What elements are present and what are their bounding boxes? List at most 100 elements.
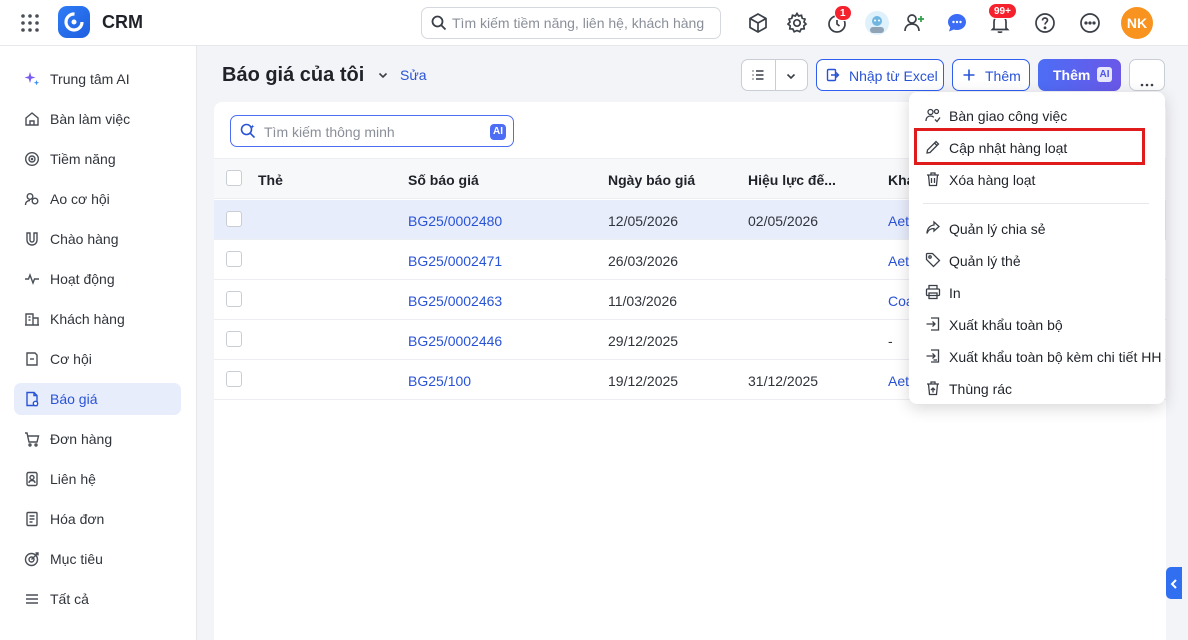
sidebar-item-opportunity-pool[interactable]: Ao cơ hội: [14, 183, 181, 215]
global-search-input[interactable]: [452, 8, 717, 38]
smart-search[interactable]: Tìm kiếm thông minh AI: [230, 115, 514, 147]
help-icon[interactable]: [1033, 11, 1057, 35]
sidebar-item-label: Tiềm năng: [50, 151, 116, 167]
cell-quote-date: 29/12/2025: [608, 333, 679, 349]
top-bar: CRM 1 99+ NK: [0, 0, 1188, 46]
invoice-icon: [24, 511, 40, 527]
sidebar-item-label: Trung tâm AI: [50, 71, 130, 87]
magnet-icon: [24, 231, 40, 247]
sidebar-item-label: Cơ hội: [50, 351, 92, 367]
timer-badge: 1: [834, 5, 852, 21]
search-icon: [431, 15, 447, 34]
cell-quote-number[interactable]: BG25/0002463: [408, 293, 502, 309]
users-icon: [24, 191, 40, 207]
sidebar-item-label: Báo giá: [50, 391, 98, 407]
cell-customer[interactable]: Aet: [888, 213, 909, 229]
cart-icon: [24, 431, 40, 447]
sidebar-item-leads[interactable]: Tiềm năng: [14, 143, 181, 175]
column-header-quote-number[interactable]: Số báo giá: [408, 172, 479, 188]
sidebar-item-invoices[interactable]: Hóa đơn: [14, 503, 181, 535]
row-checkbox[interactable]: [226, 291, 242, 307]
menu-item-manage-tags[interactable]: Quản lý thẻ: [909, 245, 1165, 275]
menu-item-label: Quản lý chia sẻ: [949, 221, 1046, 237]
printer-icon: [925, 284, 941, 300]
export-detail-icon: [925, 348, 941, 364]
cell-quote-number[interactable]: BG25/0002471: [408, 253, 502, 269]
cell-customer[interactable]: Aet: [888, 373, 909, 389]
global-search[interactable]: [421, 7, 721, 39]
row-checkbox[interactable]: [226, 211, 242, 227]
sidebar-item-label: Hoạt động: [50, 271, 115, 287]
more-options-icon[interactable]: [1078, 11, 1102, 35]
sidebar-item-goals[interactable]: Mục tiêu: [14, 543, 181, 575]
sidebar-item-quotes[interactable]: Báo giá: [14, 383, 181, 415]
menu-item-label: In: [949, 285, 961, 301]
column-header-tag[interactable]: Thẻ: [258, 172, 283, 188]
sidebar-item-offers[interactable]: Chào hàng: [14, 223, 181, 255]
sidebar-item-activities[interactable]: Hoạt động: [14, 263, 181, 295]
menu-item-manage-sharing[interactable]: Quản lý chia sẻ: [909, 213, 1165, 243]
sidebar-item-label: Mục tiêu: [50, 551, 103, 567]
add-button[interactable]: Thêm: [952, 59, 1030, 91]
add-button-label: Thêm: [985, 68, 1021, 84]
user-avatar[interactable]: NK: [1121, 7, 1153, 39]
menu-item-export-all-detail[interactable]: Xuất khẩu toàn bộ kèm chi tiết HH: [909, 341, 1165, 371]
crm-logo-icon[interactable]: [58, 6, 90, 38]
sidebar-item-label: Liên hệ: [50, 471, 96, 487]
chevron-left-icon: [1169, 577, 1179, 593]
cell-customer[interactable]: Aet: [888, 253, 909, 269]
ellipsis-icon: [1140, 74, 1154, 90]
smart-search-placeholder: Tìm kiếm thông minh: [264, 124, 395, 140]
menu-item-export-all[interactable]: Xuất khẩu toàn bộ: [909, 309, 1165, 339]
cell-quote-number[interactable]: BG25/100: [408, 373, 471, 389]
sparkle-icon: [24, 71, 40, 87]
ai-badge: AI: [1097, 67, 1112, 82]
menu-item-label: Quản lý thẻ: [949, 253, 1021, 269]
cube-icon[interactable]: [746, 11, 770, 35]
edit-view-link[interactable]: Sửa: [400, 67, 427, 83]
cell-quote-number[interactable]: BG25/0002480: [408, 213, 502, 229]
document-icon: [24, 391, 40, 407]
select-all-checkbox[interactable]: [226, 170, 242, 186]
menu-item-handover[interactable]: Bàn giao công việc: [909, 100, 1165, 130]
row-checkbox[interactable]: [226, 251, 242, 267]
import-excel-button[interactable]: Nhập từ Excel: [816, 59, 944, 91]
plus-icon: [962, 68, 976, 85]
notification-badge: 99+: [988, 3, 1017, 19]
more-actions-button[interactable]: [1129, 59, 1165, 91]
sidebar-item-all[interactable]: Tất cả: [14, 583, 181, 615]
menu-item-recycle-bin[interactable]: Thùng rác: [909, 373, 1165, 403]
sidebar-item-contacts[interactable]: Liên hệ: [14, 463, 181, 495]
column-header-valid-until[interactable]: Hiệu lực đế...: [748, 172, 836, 188]
apps-grid-icon[interactable]: [20, 13, 40, 33]
sidebar-item-workspace[interactable]: Bàn làm việc: [14, 103, 181, 135]
column-header-quote-date[interactable]: Ngày báo giá: [608, 172, 695, 188]
menu-divider: [923, 203, 1149, 204]
sidebar-item-ai-center[interactable]: Trung tâm AI: [14, 63, 181, 95]
import-icon: [826, 68, 840, 85]
sidebar-item-customers[interactable]: Khách hàng: [14, 303, 181, 335]
chevron-down-icon[interactable]: [377, 68, 389, 84]
sidebar-item-label: Tất cả: [50, 591, 89, 607]
row-checkbox[interactable]: [226, 331, 242, 347]
row-checkbox[interactable]: [226, 371, 242, 387]
handover-icon: [925, 107, 941, 123]
tag-icon: [24, 351, 40, 367]
menu-item-print[interactable]: In: [909, 277, 1165, 307]
cell-quote-number[interactable]: BG25/0002446: [408, 333, 502, 349]
bot-avatar-icon[interactable]: [864, 10, 890, 36]
highlight-annotation: [914, 128, 1145, 165]
list-view-icon[interactable]: [751, 68, 765, 85]
chat-icon[interactable]: [945, 11, 969, 35]
sidebar-item-opportunities[interactable]: Cơ hội: [14, 343, 181, 375]
add-user-icon[interactable]: [902, 11, 926, 35]
view-dropdown-chevron-icon[interactable]: [785, 69, 797, 85]
menu-icon: [24, 591, 40, 607]
settings-gear-icon[interactable]: [785, 11, 809, 35]
sidebar-item-orders[interactable]: Đơn hàng: [14, 423, 181, 455]
ai-badge: AI: [490, 124, 506, 140]
menu-item-bulk-delete[interactable]: Xóa hàng loạt: [909, 164, 1165, 194]
add-with-ai-button[interactable]: Thêm AI: [1038, 59, 1121, 91]
panel-toggle-button[interactable]: [1166, 567, 1182, 599]
building-icon: [24, 311, 40, 327]
